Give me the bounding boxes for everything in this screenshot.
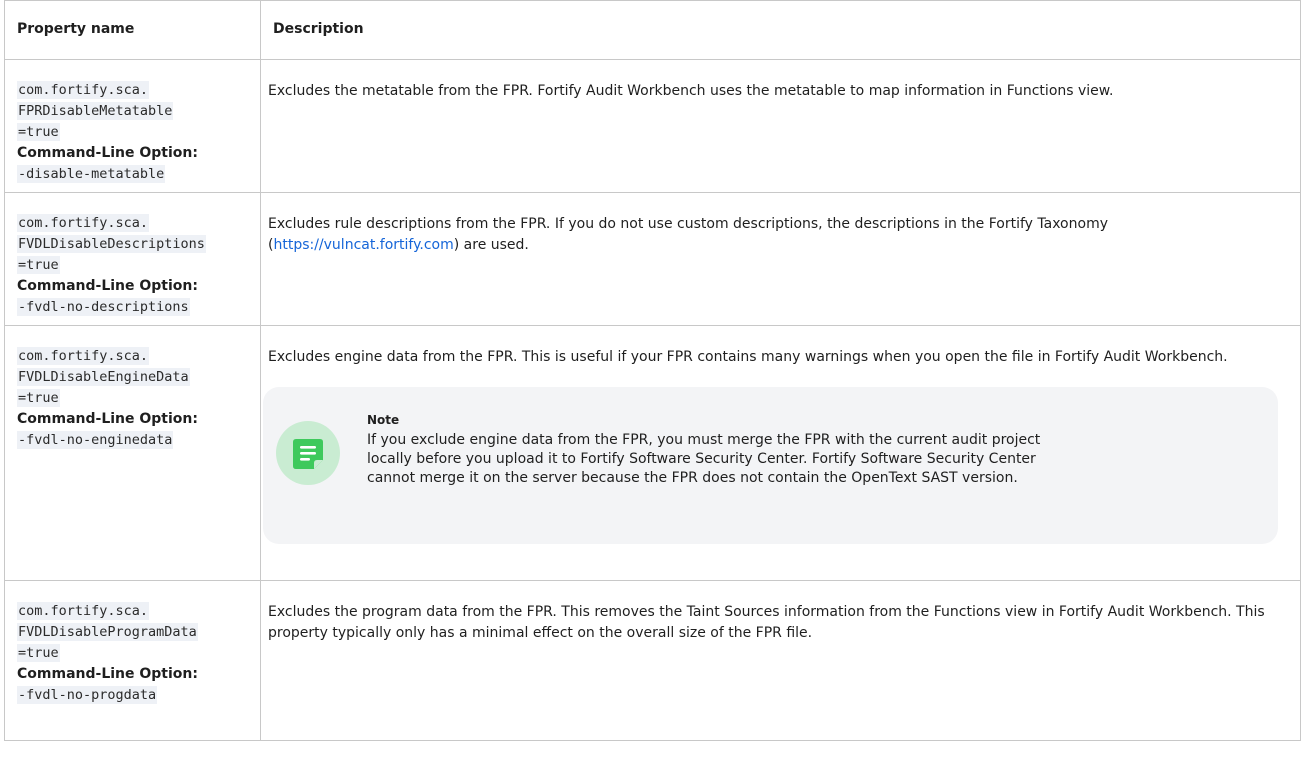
description-text: Excludes the program data from the FPR. … bbox=[268, 604, 1265, 641]
description-cell: Excludes the program data from the FPR. … bbox=[260, 580, 1301, 741]
description-after-link: ) are used. bbox=[453, 237, 529, 253]
description-text: Excludes the metatable from the FPR. For… bbox=[268, 83, 1114, 99]
property-code: com.fortify.sca. bbox=[17, 347, 150, 365]
note-icon bbox=[293, 439, 323, 469]
note-icon-badge bbox=[276, 421, 340, 485]
note-title: Note bbox=[367, 413, 400, 427]
property-cell: com.fortify.sca. FVDLDisableEngineData =… bbox=[4, 325, 261, 581]
description-text: Excludes rule descriptions from the FPR.… bbox=[268, 214, 1290, 256]
table-row: com.fortify.sca. FVDLDisableDescriptions… bbox=[4, 192, 1301, 326]
cli-option-code: -fvdl-no-progdata bbox=[17, 686, 158, 704]
property-code: =true bbox=[17, 256, 60, 274]
property-code: FVDLDisableDescriptions bbox=[17, 235, 206, 253]
table-row: com.fortify.sca. FVDLDisableEngineData =… bbox=[4, 325, 1301, 581]
cli-option-label: Command-Line Option: bbox=[17, 145, 198, 161]
property-cell: com.fortify.sca. FPRDisableMetatable =tr… bbox=[4, 59, 261, 193]
property-table: Property name Description com.fortify.sc… bbox=[4, 0, 1301, 741]
note-box: Note If you exclude engine data from the… bbox=[263, 387, 1278, 544]
table-row: com.fortify.sca. FPRDisableMetatable =tr… bbox=[4, 59, 1301, 193]
table-header-row: Property name Description bbox=[4, 0, 1301, 60]
property-code: com.fortify.sca. bbox=[17, 602, 150, 620]
cli-option-code: -fvdl-no-enginedata bbox=[17, 431, 174, 449]
property-code: =true bbox=[17, 644, 60, 662]
description-cell: Excludes the metatable from the FPR. For… bbox=[260, 59, 1301, 193]
property-code: =true bbox=[17, 123, 60, 141]
property-code: FPRDisableMetatable bbox=[17, 102, 174, 120]
description-cell: Excludes rule descriptions from the FPR.… bbox=[260, 192, 1301, 326]
cli-option-code: -disable-metatable bbox=[17, 165, 166, 183]
property-code: =true bbox=[17, 389, 60, 407]
cli-option-label: Command-Line Option: bbox=[17, 411, 198, 427]
property-cell: com.fortify.sca. FVDLDisableDescriptions… bbox=[4, 192, 261, 326]
header-description: Description bbox=[260, 0, 1301, 60]
vulncat-link[interactable]: https://vulncat.fortify.com bbox=[273, 237, 453, 253]
table-row: com.fortify.sca. FVDLDisableProgramData … bbox=[4, 580, 1301, 741]
property-code: FVDLDisableProgramData bbox=[17, 623, 198, 641]
description-cell: Excludes engine data from the FPR. This … bbox=[260, 325, 1301, 581]
header-property-name: Property name bbox=[4, 0, 261, 60]
property-cell: com.fortify.sca. FVDLDisableProgramData … bbox=[4, 580, 261, 741]
cli-option-label: Command-Line Option: bbox=[17, 666, 198, 682]
property-code: com.fortify.sca. bbox=[17, 214, 150, 232]
description-text: Excludes engine data from the FPR. This … bbox=[268, 349, 1228, 365]
property-code: com.fortify.sca. bbox=[17, 81, 150, 99]
note-body: If you exclude engine data from the FPR,… bbox=[367, 432, 1041, 486]
property-code: FVDLDisableEngineData bbox=[17, 368, 190, 386]
cli-option-code: -fvdl-no-descriptions bbox=[17, 298, 190, 316]
cli-option-label: Command-Line Option: bbox=[17, 278, 198, 294]
